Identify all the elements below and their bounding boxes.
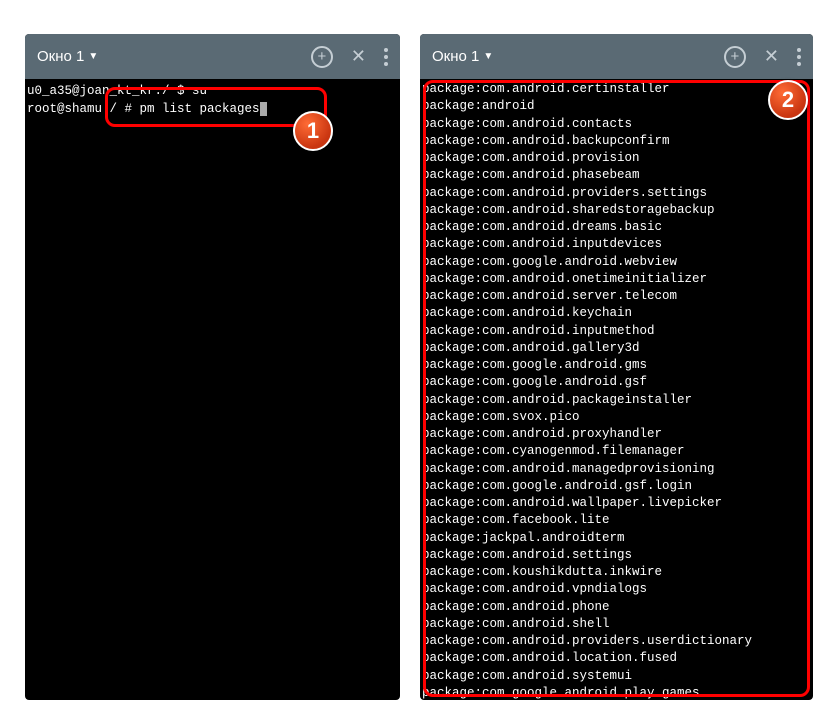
package-line: package:com.android.dreams.basic: [422, 219, 813, 236]
terminal-line: root@shamu:/ # pm list packages: [27, 101, 398, 119]
window-title-label: Окно 1: [432, 48, 479, 65]
package-line: package:com.google.android.play.games: [422, 685, 813, 700]
package-line: package:com.android.managedprovisioning: [422, 461, 813, 478]
package-line: package:com.android.sharedstoragebackup: [422, 202, 813, 219]
package-line: package:com.android.proxyhandler: [422, 426, 813, 443]
dropdown-arrow-icon: ▼: [483, 51, 493, 62]
title-bar-right: Окно 1 ▼ + ✕: [420, 34, 813, 79]
package-line: package:com.koushikdutta.inkwire: [422, 564, 813, 581]
window-title-label: Окно 1: [37, 48, 84, 65]
package-line: package:com.android.provision: [422, 150, 813, 167]
package-line: package:com.google.android.gms: [422, 357, 813, 374]
add-window-icon[interactable]: +: [724, 46, 746, 68]
package-line: package:com.android.phasebeam: [422, 167, 813, 184]
package-line: package:com.android.settings: [422, 547, 813, 564]
dropdown-arrow-icon: ▼: [88, 51, 98, 62]
package-line: package:com.android.providers.settings: [422, 185, 813, 202]
window-title-right[interactable]: Окно 1 ▼: [432, 48, 724, 65]
package-line: package:com.android.providers.userdictio…: [422, 633, 813, 650]
package-line: package:com.android.onetimeinitializer: [422, 271, 813, 288]
package-line: package:com.android.location.fused: [422, 650, 813, 667]
package-line: package:com.android.packageinstaller: [422, 392, 813, 409]
step-badge-2: 2: [768, 80, 808, 120]
terminal-body-left[interactable]: u0_a35@joan_kt_kr:/ $ su root@shamu:/ # …: [25, 79, 400, 122]
package-line: package:com.google.android.gsf: [422, 374, 813, 391]
terminal-window-right: Окно 1 ▼ + ✕ package:com.android.certins…: [420, 34, 813, 700]
package-line: package:com.android.shell: [422, 616, 813, 633]
window-title-left[interactable]: Окно 1 ▼: [37, 48, 311, 65]
terminal-line: u0_a35@joan_kt_kr:/ $ su: [27, 83, 398, 101]
menu-icon[interactable]: [384, 48, 388, 66]
package-line: package:com.cyanogenmod.filemanager: [422, 443, 813, 460]
package-line: package:com.android.vpndialogs: [422, 581, 813, 598]
package-line: package:com.android.wallpaper.livepicker: [422, 495, 813, 512]
close-icon[interactable]: ✕: [351, 46, 366, 67]
terminal-window-left: Окно 1 ▼ + ✕ u0_a35@joan_kt_kr:/ $ su ro…: [25, 34, 400, 700]
package-line: package:com.android.server.telecom: [422, 288, 813, 305]
package-line: package:com.android.inputdevices: [422, 236, 813, 253]
package-line: package:com.android.keychain: [422, 305, 813, 322]
package-line: package:com.android.gallery3d: [422, 340, 813, 357]
terminal-body-right[interactable]: package:com.android.certinstallerpackage…: [420, 79, 813, 700]
package-line: package:com.svox.pico: [422, 409, 813, 426]
close-icon[interactable]: ✕: [764, 46, 779, 67]
package-line: package:com.google.android.gsf.login: [422, 478, 813, 495]
package-line: package:com.android.contacts: [422, 116, 813, 133]
package-line: package:com.android.inputmethod: [422, 323, 813, 340]
package-line: package:com.android.phone: [422, 599, 813, 616]
package-line: package:android: [422, 98, 813, 115]
menu-icon[interactable]: [797, 48, 801, 66]
package-line: package:com.facebook.lite: [422, 512, 813, 529]
title-bar-left: Окно 1 ▼ + ✕: [25, 34, 400, 79]
package-line: package:com.android.certinstaller: [422, 81, 813, 98]
package-line: package:jackpal.androidterm: [422, 530, 813, 547]
package-line: package:com.android.backupconfirm: [422, 133, 813, 150]
add-window-icon[interactable]: +: [311, 46, 333, 68]
title-icons-left: + ✕: [311, 46, 388, 68]
package-line: package:com.google.android.webview: [422, 254, 813, 271]
package-line: package:com.android.systemui: [422, 668, 813, 685]
step-badge-1: 1: [293, 111, 333, 151]
title-icons-right: + ✕: [724, 46, 801, 68]
cursor-icon: [260, 102, 267, 116]
